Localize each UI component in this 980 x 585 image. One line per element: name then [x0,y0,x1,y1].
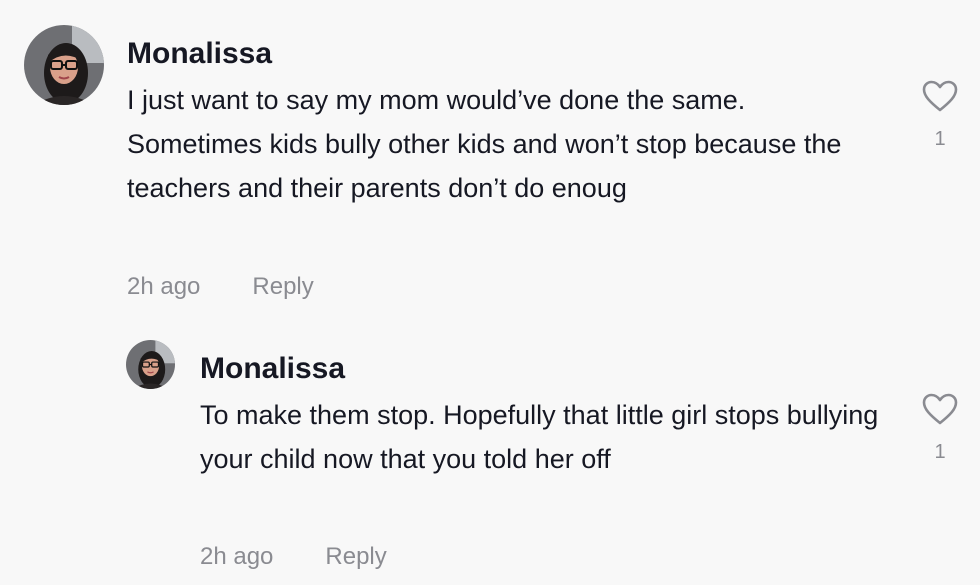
like-count: 1 [934,441,946,463]
heart-outline-icon[interactable] [921,79,959,113]
avatar-image [126,340,175,389]
user-avatar[interactable] [24,25,104,105]
comment-timestamp: 2h ago [127,273,201,300]
comment-text: I just want to say my mom would’ve done … [127,85,842,203]
reply-timestamp: 2h ago [200,543,274,570]
user-avatar[interactable] [126,340,175,389]
reply-text: To make them stop. Hopefully that little… [200,400,879,474]
like-control: 1 [920,392,960,464]
like-control: 1 [920,79,960,151]
reply-username[interactable]: Monalissa [200,351,345,387]
avatar-image [24,25,104,105]
comment-username[interactable]: Monalissa [127,36,272,72]
reply-button[interactable]: Reply [325,543,386,570]
like-count: 1 [934,128,946,150]
reply-meta: 2h ago Reply [200,542,387,572]
reply-button[interactable]: Reply [252,273,313,300]
comment-meta: 2h ago Reply [127,272,314,302]
heart-outline-icon[interactable] [921,392,959,426]
